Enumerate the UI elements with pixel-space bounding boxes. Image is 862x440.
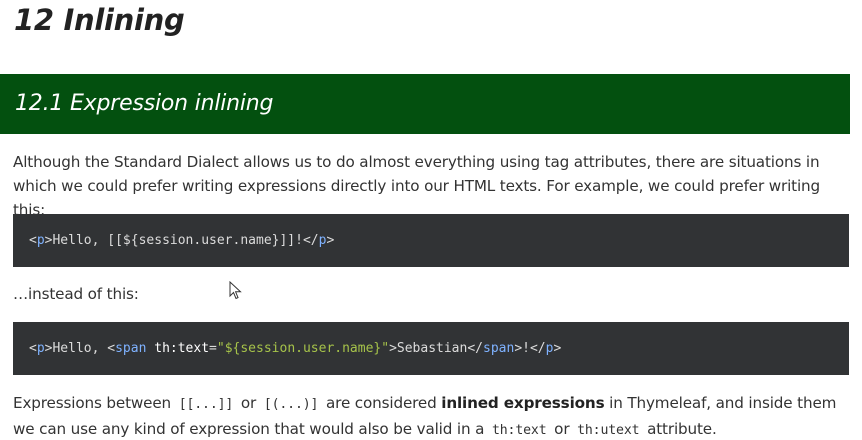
text-span: attribute. <box>642 420 717 438</box>
code-expression: [[${session.user.name}]] <box>107 233 296 248</box>
code-text: Hello, <box>52 233 108 248</box>
chapter-heading: 12 Inlining <box>14 3 185 37</box>
section-heading-bar: 12.1 Expression inlining <box>0 74 850 134</box>
code-block-th-text: <p>Hello, <span th:text="${session.user.… <box>13 322 849 375</box>
intro-paragraph: Although the Standard Dialect allows us … <box>13 153 821 219</box>
text-span: or <box>549 420 575 438</box>
inline-code-double-bracket: [[...]] <box>178 397 234 412</box>
inline-code-bracket-paren: [(...)] <box>263 397 319 412</box>
code-tag: p <box>36 233 45 248</box>
text-span: are considered <box>321 394 442 412</box>
code-attribute: th:text <box>154 341 210 356</box>
code-text: ! <box>295 233 303 248</box>
emphasis-inlined-expressions: inlined expressions <box>441 394 605 412</box>
instead-paragraph: …instead of this: <box>13 285 139 303</box>
documentation-page: 12 Inlining 12.1 Expression inlining Alt… <box>0 0 862 440</box>
text-span: Expressions between <box>13 394 176 412</box>
inline-code-th-utext: th:utext <box>577 423 640 438</box>
code-attribute-value: "${session.user.name}" <box>216 341 390 356</box>
mouse-pointer-icon <box>229 281 242 300</box>
code-text: ! <box>522 341 530 356</box>
code-text: Hello, <box>52 341 108 356</box>
explanation-paragraph: Expressions between [[...]] or [(...)] a… <box>13 391 849 440</box>
text-span: or <box>236 394 261 412</box>
code-tag: span <box>483 341 515 356</box>
code-block-inlined: <p>Hello, [[${session.user.name}]]!</p> <box>13 214 849 267</box>
code-tag: span <box>115 341 147 356</box>
inline-code-th-text: th:text <box>491 423 547 438</box>
code-text: Sebastian <box>396 341 468 356</box>
section-heading: 12.1 Expression inlining <box>15 91 274 116</box>
code-tag: p <box>36 341 45 356</box>
